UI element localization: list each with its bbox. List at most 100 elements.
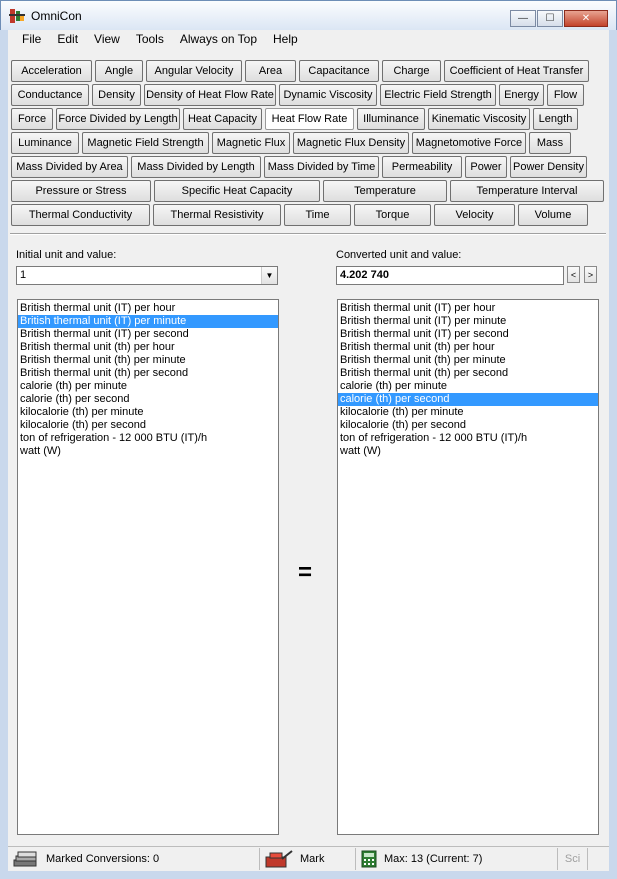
menu-view[interactable]: View	[86, 30, 128, 49]
category-row-6: Pressure or Stress Specific Heat Capacit…	[11, 180, 607, 202]
category-row-3: Force Force Divided by Length Heat Capac…	[11, 108, 581, 130]
marked-conversions-panel[interactable]: Marked Conversions: 0	[8, 848, 260, 870]
list-item[interactable]: British thermal unit (IT) per minute	[338, 315, 598, 328]
category-button[interactable]: Magnetomotive Force	[412, 132, 526, 154]
title-bar[interactable]: OmniCon — ☐ ✕	[0, 0, 617, 30]
app-icon	[9, 9, 25, 23]
category-button[interactable]: Force	[11, 108, 53, 130]
converted-unit-list[interactable]: British thermal unit (IT) per hour Briti…	[337, 299, 599, 835]
converted-value-field[interactable]: 4.202 740	[336, 266, 564, 285]
category-button[interactable]: Mass Divided by Time	[264, 156, 379, 178]
category-row-4: Luminance Magnetic Field Strength Magnet…	[11, 132, 574, 154]
list-item[interactable]: British thermal unit (th) per hour	[338, 341, 598, 354]
list-item-selected[interactable]: calorie (th) per second	[338, 393, 598, 406]
category-button[interactable]: Thermal Conductivity	[11, 204, 150, 226]
list-item[interactable]: calorie (th) per second	[18, 393, 278, 406]
category-button[interactable]: Temperature Interval	[450, 180, 604, 202]
category-button[interactable]: Density	[92, 84, 141, 106]
category-button[interactable]: Coefficient of Heat Transfer	[444, 60, 589, 82]
list-item[interactable]: British thermal unit (th) per minute	[18, 354, 278, 367]
next-arrow-icon[interactable]: >	[584, 266, 597, 283]
main-panel: Acceleration Angle Angular Velocity Area…	[8, 49, 609, 871]
window-controls: — ☐ ✕	[509, 10, 608, 27]
sci-toggle[interactable]: Sci	[558, 848, 588, 870]
menu-file[interactable]: File	[14, 30, 49, 49]
category-button[interactable]: Illuminance	[357, 108, 425, 130]
category-button[interactable]: Power Density	[510, 156, 587, 178]
category-button[interactable]: Pressure or Stress	[11, 180, 151, 202]
menu-edit[interactable]: Edit	[49, 30, 86, 49]
list-item[interactable]: watt (W)	[338, 445, 598, 458]
initial-unit-label: Initial unit and value:	[16, 249, 117, 261]
initial-unit-list[interactable]: British thermal unit (IT) per hour Briti…	[17, 299, 279, 835]
category-button[interactable]: Volume	[518, 204, 588, 226]
list-item[interactable]: British thermal unit (th) per hour	[18, 341, 278, 354]
converted-unit-label: Converted unit and value:	[336, 249, 462, 261]
list-item[interactable]: calorie (th) per minute	[338, 380, 598, 393]
previous-arrow-icon[interactable]: <	[567, 266, 580, 283]
category-button[interactable]: Magnetic Field Strength	[82, 132, 209, 154]
list-item[interactable]: ton of refrigeration - 12 000 BTU (IT)/h	[18, 432, 278, 445]
list-item[interactable]: kilocalorie (th) per second	[338, 419, 598, 432]
category-button[interactable]: Mass Divided by Area	[11, 156, 128, 178]
category-button[interactable]: Luminance	[11, 132, 79, 154]
list-item[interactable]: British thermal unit (th) per second	[338, 367, 598, 380]
menu-bar: File Edit View Tools Always on Top Help	[8, 30, 609, 49]
list-item[interactable]: British thermal unit (IT) per hour	[18, 302, 278, 315]
category-button[interactable]: Permeability	[382, 156, 462, 178]
category-button[interactable]: Conductance	[11, 84, 89, 106]
category-button[interactable]: Torque	[354, 204, 431, 226]
list-item[interactable]: British thermal unit (IT) per second	[338, 328, 598, 341]
category-button[interactable]: Magnetic Flux Density	[293, 132, 409, 154]
menu-always-on-top[interactable]: Always on Top	[172, 30, 265, 49]
list-item[interactable]: British thermal unit (IT) per hour	[338, 302, 598, 315]
list-item[interactable]: calorie (th) per minute	[18, 380, 278, 393]
category-button[interactable]: Dynamic Viscosity	[279, 84, 377, 106]
category-button[interactable]: Capacitance	[299, 60, 379, 82]
category-button[interactable]: Area	[245, 60, 296, 82]
list-item-selected[interactable]: British thermal unit (IT) per minute	[18, 315, 278, 328]
list-item[interactable]: kilocalorie (th) per minute	[18, 406, 278, 419]
category-button[interactable]: Electric Field Strength	[380, 84, 496, 106]
list-item[interactable]: watt (W)	[18, 445, 278, 458]
list-item[interactable]: British thermal unit (th) per minute	[338, 354, 598, 367]
category-button-active[interactable]: Heat Flow Rate	[265, 108, 354, 130]
close-button[interactable]: ✕	[564, 10, 608, 27]
list-item[interactable]: kilocalorie (th) per minute	[338, 406, 598, 419]
maximize-button[interactable]: ☐	[537, 10, 563, 27]
menu-tools[interactable]: Tools	[128, 30, 172, 49]
category-button[interactable]: Angle	[95, 60, 143, 82]
category-button[interactable]: Temperature	[323, 180, 447, 202]
category-button[interactable]: Thermal Resistivity	[153, 204, 281, 226]
initial-value-text[interactable]: 1	[20, 269, 26, 281]
list-item[interactable]: ton of refrigeration - 12 000 BTU (IT)/h	[338, 432, 598, 445]
calculator-icon	[360, 850, 378, 868]
category-button[interactable]: Kinematic Viscosity	[428, 108, 530, 130]
category-button[interactable]: Heat Capacity	[183, 108, 262, 130]
mark-button-label[interactable]: Mark	[300, 853, 324, 865]
list-item[interactable]: kilocalorie (th) per second	[18, 419, 278, 432]
category-button[interactable]: Density of Heat Flow Rate	[144, 84, 276, 106]
category-button[interactable]: Angular Velocity	[146, 60, 242, 82]
category-button[interactable]: Velocity	[434, 204, 515, 226]
menu-help[interactable]: Help	[265, 30, 306, 49]
category-button[interactable]: Force Divided by Length	[56, 108, 180, 130]
category-button[interactable]: Time	[284, 204, 351, 226]
list-item[interactable]: British thermal unit (th) per second	[18, 367, 278, 380]
category-button[interactable]: Power	[465, 156, 507, 178]
list-item[interactable]: British thermal unit (IT) per second	[18, 328, 278, 341]
category-button[interactable]: Charge	[382, 60, 441, 82]
chevron-down-icon[interactable]: ▼	[261, 267, 277, 284]
category-button[interactable]: Flow	[547, 84, 584, 106]
category-button[interactable]: Mass Divided by Length	[131, 156, 261, 178]
category-button[interactable]: Mass	[529, 132, 571, 154]
category-button[interactable]: Length	[533, 108, 578, 130]
category-button[interactable]: Energy	[499, 84, 544, 106]
marked-conversions-text: Marked Conversions: 0	[46, 853, 160, 865]
category-button[interactable]: Acceleration	[11, 60, 92, 82]
minimize-button[interactable]: —	[510, 10, 536, 27]
category-button[interactable]: Specific Heat Capacity	[154, 180, 320, 202]
initial-value-combobox[interactable]: 1 ▼	[16, 266, 278, 285]
category-button[interactable]: Magnetic Flux	[212, 132, 290, 154]
mark-panel[interactable]: Mark	[260, 848, 356, 870]
